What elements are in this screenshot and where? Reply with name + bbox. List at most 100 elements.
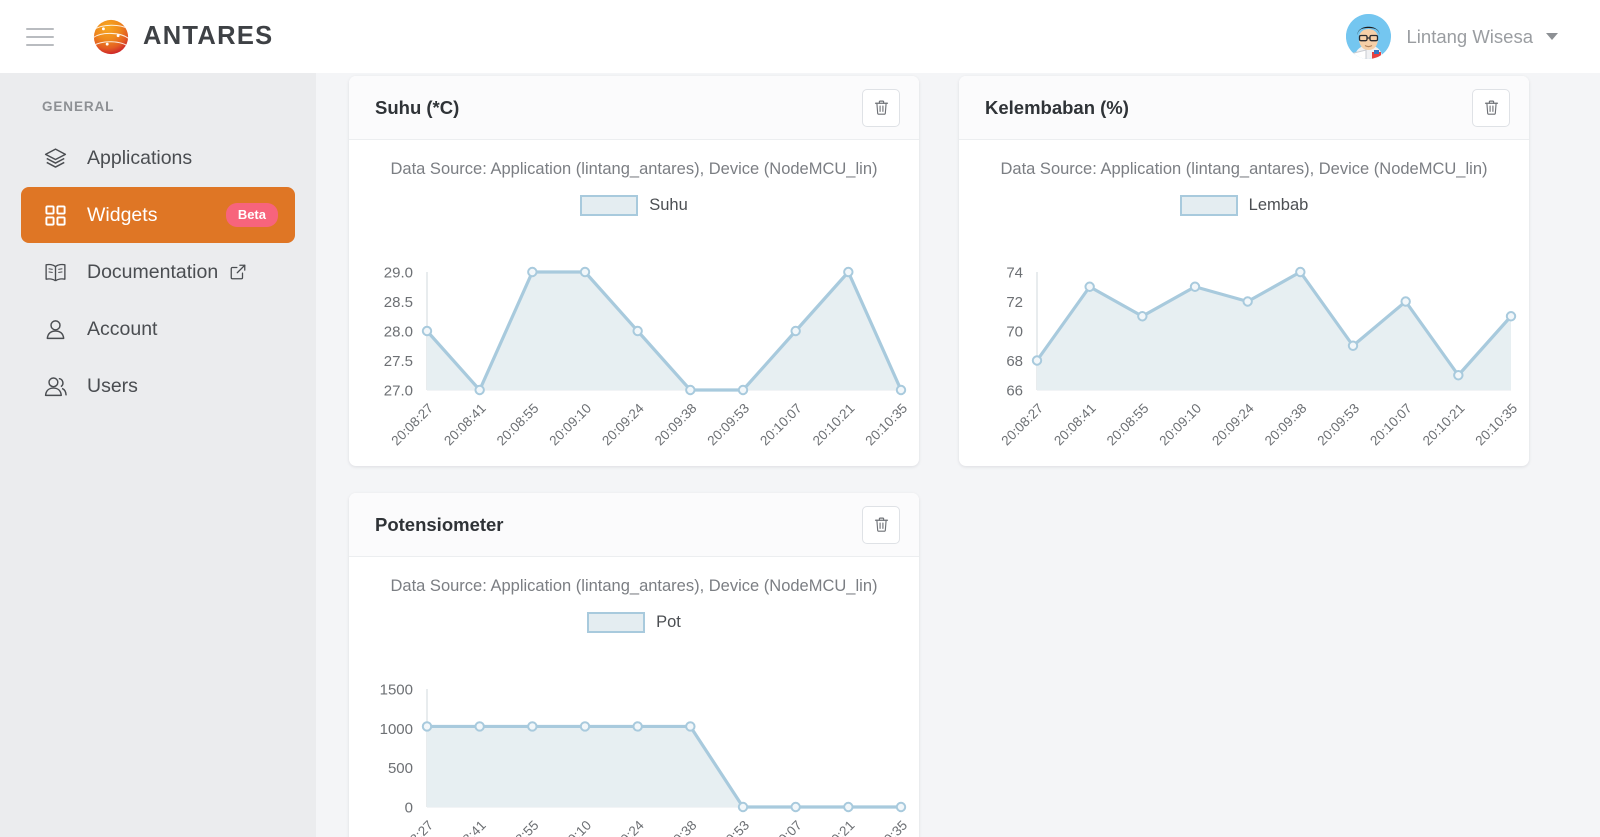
sidebar-item-widgets[interactable]: Widgets Beta	[21, 187, 295, 243]
svg-text:20:08:55: 20:08:55	[494, 401, 542, 449]
card-title: Suhu (*C)	[375, 96, 460, 118]
delete-widget-button[interactable]	[862, 88, 900, 127]
card-title: Potensiometer	[375, 513, 504, 535]
user-name: Lintang Wisesa	[1406, 25, 1533, 47]
sidebar-item-users[interactable]: Users	[21, 358, 295, 414]
svg-text:29.0: 29.0	[384, 265, 413, 282]
legend-label: Lembab	[1248, 196, 1309, 214]
hamburger-line	[26, 35, 54, 38]
widget-card-suhu: Suhu (*C) Data Source: Application (lint…	[349, 76, 919, 466]
svg-text:20:08:41: 20:08:41	[1051, 401, 1099, 449]
hamburger-line	[26, 43, 54, 46]
chevron-down-icon[interactable]	[1546, 33, 1558, 40]
sidebar-item-account[interactable]: Account	[21, 301, 295, 357]
external-link-icon	[229, 263, 247, 281]
svg-text:20:09:53: 20:09:53	[1314, 401, 1362, 449]
svg-text:500: 500	[388, 760, 413, 777]
status-badge: Beta	[225, 203, 278, 227]
svg-text:20:10:35: 20:10:35	[862, 401, 910, 449]
card-header: Suhu (*C)	[349, 76, 919, 140]
svg-text:20:09:24: 20:09:24	[599, 400, 647, 448]
svg-text:72: 72	[1006, 294, 1023, 311]
hamburger-line	[26, 27, 54, 30]
users-icon	[42, 373, 69, 400]
card-body: Data Source: Application (lintang_antare…	[349, 557, 919, 837]
grid-icon	[42, 202, 69, 229]
chart-legend: Suhu	[349, 195, 919, 216]
chart-legend: Pot	[349, 612, 919, 633]
card-body: Data Source: Application (lintang_antare…	[959, 140, 1529, 466]
svg-text:10:35: 10:35	[876, 818, 911, 837]
svg-text:08:41: 08:41	[454, 818, 489, 837]
svg-text:08:55: 08:55	[507, 818, 542, 837]
sidebar-item-applications[interactable]: Applications	[21, 130, 295, 186]
chart-plot-potensiometer: 0 500 1000 1500 08:27 08:41 08:55 09:10 09:24 09:…	[349, 675, 919, 837]
svg-text:09:10: 09:10	[560, 818, 595, 837]
svg-text:10:07: 10:07	[770, 818, 805, 837]
legend-label: Pot	[656, 613, 681, 631]
sidebar-item-label: Documentation	[87, 260, 219, 283]
data-source-label: Data Source: Application (lintang_antare…	[1000, 160, 1488, 178]
svg-text:68: 68	[1006, 353, 1023, 370]
svg-text:20:10:07: 20:10:07	[757, 401, 805, 449]
sidebar-item-documentation[interactable]: Documentation	[21, 244, 295, 300]
svg-text:09:53: 09:53	[718, 818, 753, 837]
user-icon	[42, 316, 69, 343]
svg-text:09:38: 09:38	[665, 818, 700, 837]
card-header: Potensiometer	[349, 493, 919, 557]
delete-widget-button[interactable]	[862, 505, 900, 544]
svg-text:20:08:27: 20:08:27	[998, 401, 1046, 449]
svg-text:20:09:10: 20:09:10	[1156, 401, 1204, 449]
chart-plot-kelembaban: 66 68 70 72 74 20:08:27 20:08:41 20:08:55 20:09:…	[959, 258, 1529, 466]
chart-plot-suhu: 27.0 27.5 28.0 28.5 29.0 20:08:27 20:08:41 20:0…	[349, 258, 919, 466]
trash-icon	[874, 100, 888, 115]
legend-swatch	[1179, 195, 1238, 216]
legend-label: Suhu	[649, 196, 688, 214]
svg-text:28.5: 28.5	[384, 294, 413, 311]
svg-text:20:10:35: 20:10:35	[1472, 401, 1520, 449]
svg-text:0: 0	[405, 800, 413, 817]
svg-text:20:10:21: 20:10:21	[810, 401, 858, 449]
svg-text:20:09:38: 20:09:38	[1262, 401, 1310, 449]
svg-text:20:10:21: 20:10:21	[1420, 401, 1468, 449]
brand-logo-link[interactable]: ANTARES	[92, 18, 273, 56]
sidebar-item-label: Widgets	[87, 203, 158, 226]
legend-swatch	[587, 612, 646, 633]
book-icon	[42, 259, 69, 286]
svg-text:08:27: 08:27	[402, 818, 437, 837]
sidebar: GENERAL Applications Widgets Beta Docume…	[0, 73, 316, 837]
svg-text:70: 70	[1006, 324, 1023, 341]
svg-text:10:21: 10:21	[823, 818, 858, 837]
brand-name: ANTARES	[143, 22, 274, 50]
svg-text:1000: 1000	[380, 721, 413, 738]
sidebar-item-label: Account	[87, 317, 158, 340]
antares-sphere-logo	[93, 19, 129, 54]
svg-text:09:24: 09:24	[612, 817, 647, 837]
svg-text:20:09:24: 20:09:24	[1209, 400, 1257, 448]
widget-card-potensiometer: Potensiometer Data Source: Application (…	[349, 493, 919, 837]
card-body: Data Source: Application (lintang_antare…	[349, 140, 919, 466]
layers-icon	[42, 145, 69, 172]
svg-text:28.0: 28.0	[384, 324, 413, 341]
sidebar-nav: Applications Widgets Beta Documentation …	[0, 130, 316, 414]
trash-icon	[874, 517, 888, 532]
legend-swatch	[580, 195, 639, 216]
card-title: Kelembaban (%)	[985, 96, 1129, 118]
svg-text:20:08:41: 20:08:41	[441, 401, 489, 449]
user-menu[interactable]: Lintang Wisesa	[1345, 14, 1558, 59]
sidebar-item-label: Applications	[87, 146, 193, 169]
svg-text:1500: 1500	[380, 682, 413, 699]
svg-text:20:09:38: 20:09:38	[652, 401, 700, 449]
main-content: Suhu (*C) Data Source: Application (lint…	[316, 73, 1600, 837]
svg-text:27.5: 27.5	[384, 353, 413, 370]
sidebar-item-label: Users	[87, 374, 138, 397]
svg-text:20:09:53: 20:09:53	[704, 401, 752, 449]
sidebar-section-label: GENERAL	[42, 99, 115, 114]
delete-widget-button[interactable]	[1472, 88, 1510, 127]
svg-text:66: 66	[1006, 383, 1023, 400]
svg-text:27.0: 27.0	[384, 383, 413, 400]
hamburger-menu-icon[interactable]	[22, 19, 58, 55]
avatar	[1345, 14, 1391, 59]
svg-text:74: 74	[1006, 265, 1023, 282]
card-header: Kelembaban (%)	[959, 76, 1529, 140]
